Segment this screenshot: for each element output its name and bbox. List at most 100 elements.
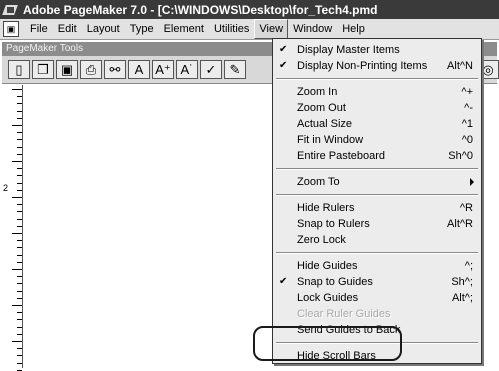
menu-element[interactable]: Element — [159, 20, 209, 38]
ruler-tick — [17, 333, 22, 335]
ruler-tick — [17, 175, 22, 177]
ruler-tick — [12, 233, 22, 234]
ruler-tick — [12, 305, 22, 306]
menu-item-label: Snap to Rulers — [297, 218, 370, 230]
menu-item-hide-guides[interactable]: Hide Guides ^; — [273, 258, 481, 274]
ruler-tick — [17, 132, 22, 134]
menu-item-zoom-in[interactable]: Zoom In ^+ — [273, 84, 481, 100]
menu-item-label: Zoom Out — [297, 102, 346, 114]
menu-item-label: Zoom To — [297, 176, 340, 188]
menu-bar: ▣ File Edit Layout Type Element Utilities View… — [0, 19, 499, 40]
find-binoculars-icon[interactable]: ⚯ — [104, 60, 126, 79]
menu-item-label: Hide Rulers — [297, 202, 355, 214]
ruler-tick — [17, 348, 22, 350]
menu-window[interactable]: Window — [288, 20, 337, 38]
menu-help[interactable]: Help — [337, 20, 370, 38]
menu-utilities[interactable]: Utilities — [209, 20, 254, 38]
ruler-tick — [12, 125, 22, 126]
menu-item-shortcut: Sh^0 — [448, 150, 473, 162]
menu-item-label: Fit in Window — [297, 134, 364, 146]
menu-item-label: Snap to Guides — [297, 276, 373, 288]
menu-item-zero-lock[interactable]: Zero Lock — [273, 232, 481, 248]
ruler-tick — [17, 139, 22, 141]
menu-item-shortcut: ^- — [464, 102, 473, 114]
menu-item-zoom-to[interactable]: Zoom To — [273, 174, 481, 190]
menu-separator — [276, 252, 478, 254]
vertical-ruler[interactable]: 2 — [0, 85, 23, 371]
menu-item-label: Entire Pasteboard — [297, 150, 386, 162]
menu-file[interactable]: File — [25, 20, 53, 38]
menu-item-shortcut: Alt^R — [447, 218, 473, 230]
view-menu-dropdown: ✔ Display Master Items ✔ Display Non-Printi… — [272, 38, 482, 364]
ruler-tick — [17, 103, 22, 105]
ruler-tick — [17, 254, 22, 256]
ruler-tick — [12, 89, 22, 90]
ruler-tick — [17, 146, 22, 148]
menu-item-shortcut: ^1 — [461, 118, 473, 130]
menu-item-shortcut: Sh^; — [451, 276, 473, 288]
superscript-icon[interactable]: A⁺ — [152, 60, 174, 79]
menu-item-entire-pasteboard[interactable]: Entire Pasteboard Sh^0 — [273, 148, 481, 164]
menu-item-shortcut: Alt^; — [451, 292, 473, 304]
menu-item-actual-size[interactable]: Actual Size ^1 — [273, 116, 481, 132]
menu-item-fit-in-window[interactable]: Fit in Window ^0 — [273, 132, 481, 148]
ruler-tick — [12, 341, 22, 342]
menu-item-display-master-items[interactable]: ✔ Display Master Items — [273, 42, 481, 58]
document-control-icon[interactable]: ▣ — [3, 21, 19, 37]
ruler-label: 2 — [3, 183, 9, 193]
edit-icon[interactable]: ✎ — [224, 60, 246, 79]
menu-item-shortcut: Alt^N — [447, 60, 473, 72]
menu-item-label: Clear Ruler Guides — [297, 308, 391, 320]
submenu-arrow-icon — [470, 178, 474, 186]
menu-item-label: Actual Size — [297, 118, 353, 130]
menu-item-label: Hide Guides — [297, 260, 358, 272]
ruler-tick — [17, 204, 22, 206]
menu-item-zoom-out[interactable]: Zoom Out ^- — [273, 100, 481, 116]
ruler-tick — [17, 261, 22, 263]
menu-separator — [276, 78, 478, 80]
menu-item-snap-to-guides[interactable]: ✔ Snap to Guides Sh^; — [273, 274, 481, 290]
menu-item-shortcut: ^+ — [461, 86, 473, 98]
window-title-bar[interactable]: Adobe PageMaker 7.0 - [C:\WINDOWS\Deskto… — [0, 0, 499, 19]
ruler-tick — [17, 110, 22, 112]
ruler-tick — [17, 290, 22, 292]
menu-type[interactable]: Type — [125, 20, 159, 38]
ruler-tick — [12, 269, 22, 270]
ruler-tick — [17, 96, 22, 98]
checkmark-icon: ✔ — [279, 44, 288, 55]
menu-item-label: Zoom In — [297, 86, 338, 98]
ruler-tick — [17, 211, 22, 213]
menu-item-lock-guides[interactable]: Lock Guides Alt^; — [273, 290, 481, 306]
ruler-tick — [17, 240, 22, 242]
ruler-tick — [17, 355, 22, 357]
ruler-tick — [17, 312, 22, 314]
ruler-tick — [17, 153, 22, 155]
save-disk-icon[interactable]: ▣ — [56, 60, 78, 79]
ruler-tick — [12, 161, 22, 162]
menu-item-label: Lock Guides — [297, 292, 359, 304]
checkmark-icon: ✔ — [279, 60, 288, 71]
ruler-tick — [17, 319, 22, 321]
spell-check-icon[interactable]: ✓ — [200, 60, 222, 79]
ruler-tick — [17, 225, 22, 227]
menu-edit[interactable]: Edit — [53, 20, 82, 38]
pagemaker-app-icon — [3, 3, 19, 17]
menu-view[interactable]: View — [254, 19, 289, 39]
menu-separator — [276, 168, 478, 170]
new-document-icon[interactable]: ▯ — [8, 60, 30, 79]
menu-item-hide-rulers[interactable]: Hide Rulers ^R — [273, 200, 481, 216]
menu-item-snap-to-rulers[interactable]: Snap to Rulers Alt^R — [273, 216, 481, 232]
print-icon[interactable]: ⎙ — [80, 60, 102, 79]
ruler-tick — [17, 276, 22, 278]
menu-layout[interactable]: Layout — [82, 20, 125, 38]
window-title: Adobe PageMaker 7.0 - [C:\WINDOWS\Deskto… — [23, 2, 378, 17]
menu-item-label: Display Master Items — [297, 44, 400, 56]
ruler-tick — [17, 117, 22, 119]
subscript-icon[interactable]: A˙ — [176, 60, 198, 79]
menu-item-display-non-printing-items[interactable]: ✔ Display Non-Printing Items Alt^N — [273, 58, 481, 74]
open-folder-icon[interactable]: ❐ — [32, 60, 54, 79]
character-icon[interactable]: A — [128, 60, 150, 79]
ruler-tick — [17, 189, 22, 191]
highlight-callout — [253, 326, 402, 361]
menu-item-shortcut: ^; — [464, 260, 473, 272]
